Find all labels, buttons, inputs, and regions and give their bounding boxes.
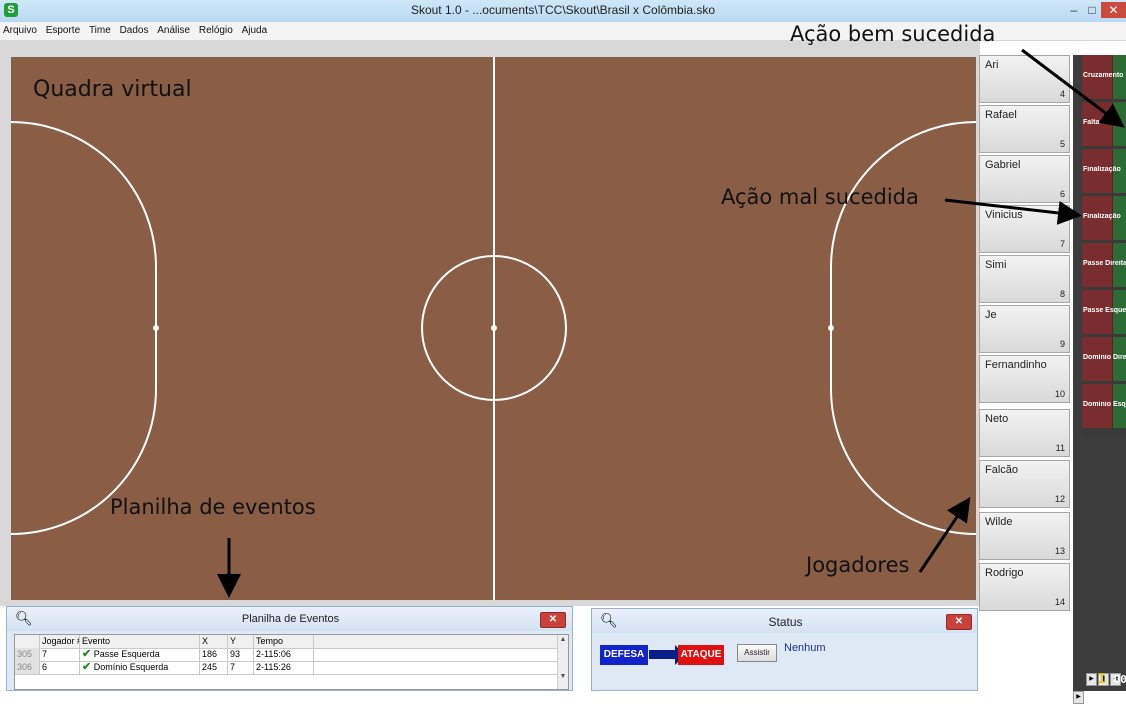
column-header: Evento [80,635,200,648]
clock-time: 00: [1113,673,1126,686]
cell-y: 93 [228,648,254,661]
cell-y: 7 [228,661,254,674]
assistir-button[interactable]: Assistir [737,644,777,662]
status-text: Nenhum [784,642,826,654]
evento-text: Domínio Esquerda [93,662,169,672]
events-panel-header: 🔍︎ Planilha de Eventos ✕ [7,607,572,631]
events-panel: 🔍︎ Planilha de Eventos ✕ Jogador # Event… [6,606,573,691]
annotation-arrows [217,48,1125,598]
row-id: 305 [15,648,40,661]
column-header [15,635,40,648]
cell-x: 245 [200,661,228,674]
cell-evento: ✔ Domínio Esquerda [80,661,200,674]
status-close-icon[interactable]: ✕ [946,614,972,630]
table-row[interactable]: 305 7 ✔ Passe Esquerda 186 93 2-115:06 [15,648,560,662]
evento-text: Passe Esquerda [93,649,160,659]
cell-jogador: 7 [40,648,80,661]
status-panel: 🔍︎ Status ✕ DEFESA ATAQUE Assistir Nenhu… [591,608,978,691]
events-scrollbar[interactable]: ▲ ▼ [557,635,568,689]
scroll-down-icon[interactable]: ▼ [558,673,568,680]
events-close-icon[interactable]: ✕ [540,612,566,628]
defesa-badge: DEFESA [600,645,648,665]
column-header: X [200,635,228,648]
ataque-badge: ATAQUE [678,645,724,665]
events-table: Jogador # Evento X Y Tempo 305 7 ✔ Passe… [14,634,569,690]
cell-evento: ✔ Passe Esquerda [80,648,200,661]
scroll-up-icon[interactable]: ▲ [558,636,568,643]
clock-period: 1 [1098,672,1106,687]
check-icon: ✔ [82,648,92,660]
status-panel-title: Status [768,615,803,629]
column-header: Tempo [254,635,314,648]
table-row[interactable]: 306 6 ✔ Domínio Esquerda 245 7 2-115:26 [15,661,560,675]
check-icon: ✔ [82,661,92,673]
column-header: Jogador # [42,635,80,648]
cell-x: 186 [200,648,228,661]
table-header-row: Jogador # Evento X Y Tempo [15,635,560,649]
forward-icon[interactable]: ▶ [1073,691,1084,704]
cell-jogador: 6 [40,661,80,674]
column-header: Y [228,635,254,648]
transition-arrow-icon [649,650,677,659]
cell-tempo: 2-115:26 [254,661,314,674]
clock-display: 1 00: [1098,672,1126,687]
cell-tempo: 2-115:06 [254,648,314,661]
row-id: 306 [15,661,40,674]
play-icon[interactable]: ▶ [1086,673,1097,686]
status-panel-header: 🔍︎ Status ✕ [592,609,977,633]
events-panel-title: Planilha de Eventos [241,613,340,625]
